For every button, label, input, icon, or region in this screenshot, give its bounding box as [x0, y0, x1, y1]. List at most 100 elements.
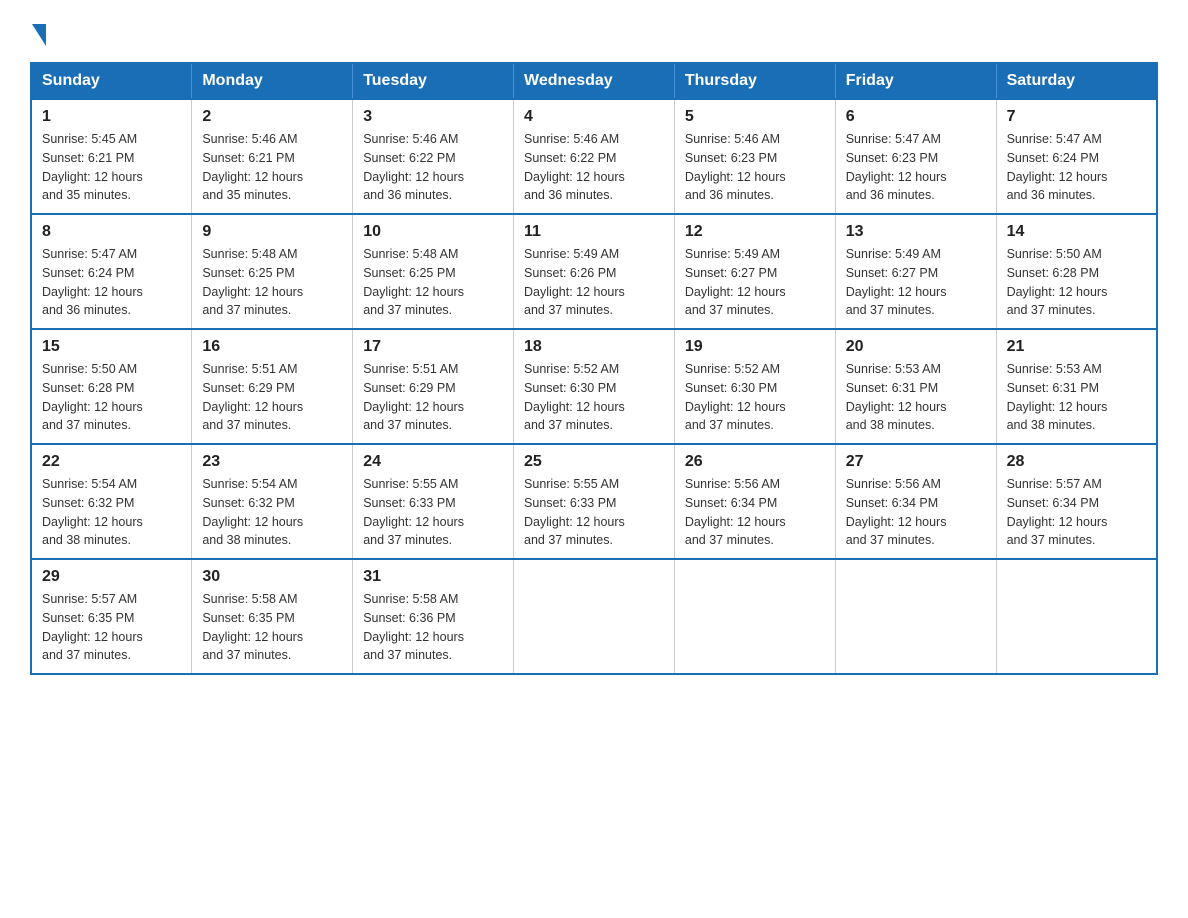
day-number: 5 — [685, 108, 825, 126]
day-of-week-monday: Monday — [192, 63, 353, 99]
day-info: Sunrise: 5:46 AMSunset: 6:21 PMDaylight:… — [202, 130, 342, 205]
calendar-cell: 5 Sunrise: 5:46 AMSunset: 6:23 PMDayligh… — [674, 99, 835, 214]
calendar-cell: 4 Sunrise: 5:46 AMSunset: 6:22 PMDayligh… — [514, 99, 675, 214]
calendar-cell: 25 Sunrise: 5:55 AMSunset: 6:33 PMDaylig… — [514, 444, 675, 559]
calendar-cell — [514, 559, 675, 674]
calendar-cell: 21 Sunrise: 5:53 AMSunset: 6:31 PMDaylig… — [996, 329, 1157, 444]
day-number: 1 — [42, 108, 181, 126]
day-number: 13 — [846, 223, 986, 241]
logo — [30, 20, 46, 42]
calendar-cell — [996, 559, 1157, 674]
day-info: Sunrise: 5:49 AMSunset: 6:26 PMDaylight:… — [524, 245, 664, 320]
day-info: Sunrise: 5:49 AMSunset: 6:27 PMDaylight:… — [685, 245, 825, 320]
calendar-cell: 3 Sunrise: 5:46 AMSunset: 6:22 PMDayligh… — [353, 99, 514, 214]
calendar-table: SundayMondayTuesdayWednesdayThursdayFrid… — [30, 62, 1158, 675]
page-header — [30, 20, 1158, 42]
day-info: Sunrise: 5:51 AMSunset: 6:29 PMDaylight:… — [363, 360, 503, 435]
day-number: 9 — [202, 223, 342, 241]
calendar-cell: 30 Sunrise: 5:58 AMSunset: 6:35 PMDaylig… — [192, 559, 353, 674]
calendar-cell: 12 Sunrise: 5:49 AMSunset: 6:27 PMDaylig… — [674, 214, 835, 329]
day-number: 16 — [202, 338, 342, 356]
calendar-cell: 9 Sunrise: 5:48 AMSunset: 6:25 PMDayligh… — [192, 214, 353, 329]
day-number: 24 — [363, 453, 503, 471]
day-number: 31 — [363, 568, 503, 586]
week-row-1: 1 Sunrise: 5:45 AMSunset: 6:21 PMDayligh… — [31, 99, 1157, 214]
day-info: Sunrise: 5:58 AMSunset: 6:36 PMDaylight:… — [363, 590, 503, 665]
calendar-cell: 6 Sunrise: 5:47 AMSunset: 6:23 PMDayligh… — [835, 99, 996, 214]
day-number: 17 — [363, 338, 503, 356]
day-info: Sunrise: 5:57 AMSunset: 6:35 PMDaylight:… — [42, 590, 181, 665]
calendar-cell: 20 Sunrise: 5:53 AMSunset: 6:31 PMDaylig… — [835, 329, 996, 444]
day-number: 14 — [1007, 223, 1146, 241]
day-number: 12 — [685, 223, 825, 241]
logo-triangle-icon — [32, 24, 46, 46]
day-info: Sunrise: 5:49 AMSunset: 6:27 PMDaylight:… — [846, 245, 986, 320]
day-info: Sunrise: 5:48 AMSunset: 6:25 PMDaylight:… — [363, 245, 503, 320]
day-info: Sunrise: 5:47 AMSunset: 6:24 PMDaylight:… — [42, 245, 181, 320]
day-number: 8 — [42, 223, 181, 241]
day-number: 23 — [202, 453, 342, 471]
day-info: Sunrise: 5:54 AMSunset: 6:32 PMDaylight:… — [202, 475, 342, 550]
week-row-5: 29 Sunrise: 5:57 AMSunset: 6:35 PMDaylig… — [31, 559, 1157, 674]
calendar-cell: 8 Sunrise: 5:47 AMSunset: 6:24 PMDayligh… — [31, 214, 192, 329]
day-of-week-friday: Friday — [835, 63, 996, 99]
calendar-cell: 31 Sunrise: 5:58 AMSunset: 6:36 PMDaylig… — [353, 559, 514, 674]
calendar-body: 1 Sunrise: 5:45 AMSunset: 6:21 PMDayligh… — [31, 99, 1157, 674]
calendar-cell: 11 Sunrise: 5:49 AMSunset: 6:26 PMDaylig… — [514, 214, 675, 329]
calendar-header: SundayMondayTuesdayWednesdayThursdayFrid… — [31, 63, 1157, 99]
calendar-cell: 1 Sunrise: 5:45 AMSunset: 6:21 PMDayligh… — [31, 99, 192, 214]
day-number: 22 — [42, 453, 181, 471]
day-info: Sunrise: 5:47 AMSunset: 6:24 PMDaylight:… — [1007, 130, 1146, 205]
day-number: 3 — [363, 108, 503, 126]
day-of-week-sunday: Sunday — [31, 63, 192, 99]
calendar-cell: 19 Sunrise: 5:52 AMSunset: 6:30 PMDaylig… — [674, 329, 835, 444]
day-number: 30 — [202, 568, 342, 586]
day-number: 7 — [1007, 108, 1146, 126]
day-info: Sunrise: 5:55 AMSunset: 6:33 PMDaylight:… — [524, 475, 664, 550]
day-info: Sunrise: 5:52 AMSunset: 6:30 PMDaylight:… — [524, 360, 664, 435]
day-number: 15 — [42, 338, 181, 356]
calendar-cell: 26 Sunrise: 5:56 AMSunset: 6:34 PMDaylig… — [674, 444, 835, 559]
day-number: 4 — [524, 108, 664, 126]
week-row-2: 8 Sunrise: 5:47 AMSunset: 6:24 PMDayligh… — [31, 214, 1157, 329]
day-info: Sunrise: 5:58 AMSunset: 6:35 PMDaylight:… — [202, 590, 342, 665]
day-info: Sunrise: 5:48 AMSunset: 6:25 PMDaylight:… — [202, 245, 342, 320]
calendar-cell: 22 Sunrise: 5:54 AMSunset: 6:32 PMDaylig… — [31, 444, 192, 559]
day-of-week-wednesday: Wednesday — [514, 63, 675, 99]
day-number: 27 — [846, 453, 986, 471]
day-number: 26 — [685, 453, 825, 471]
day-info: Sunrise: 5:46 AMSunset: 6:23 PMDaylight:… — [685, 130, 825, 205]
calendar-cell: 15 Sunrise: 5:50 AMSunset: 6:28 PMDaylig… — [31, 329, 192, 444]
week-row-3: 15 Sunrise: 5:50 AMSunset: 6:28 PMDaylig… — [31, 329, 1157, 444]
calendar-cell: 18 Sunrise: 5:52 AMSunset: 6:30 PMDaylig… — [514, 329, 675, 444]
calendar-cell: 23 Sunrise: 5:54 AMSunset: 6:32 PMDaylig… — [192, 444, 353, 559]
day-number: 18 — [524, 338, 664, 356]
day-number: 28 — [1007, 453, 1146, 471]
day-number: 11 — [524, 223, 664, 241]
calendar-cell: 16 Sunrise: 5:51 AMSunset: 6:29 PMDaylig… — [192, 329, 353, 444]
day-info: Sunrise: 5:50 AMSunset: 6:28 PMDaylight:… — [1007, 245, 1146, 320]
calendar-cell — [835, 559, 996, 674]
day-number: 10 — [363, 223, 503, 241]
calendar-cell — [674, 559, 835, 674]
day-number: 29 — [42, 568, 181, 586]
calendar-cell: 27 Sunrise: 5:56 AMSunset: 6:34 PMDaylig… — [835, 444, 996, 559]
day-info: Sunrise: 5:54 AMSunset: 6:32 PMDaylight:… — [42, 475, 181, 550]
day-number: 21 — [1007, 338, 1146, 356]
day-info: Sunrise: 5:56 AMSunset: 6:34 PMDaylight:… — [846, 475, 986, 550]
calendar-cell: 17 Sunrise: 5:51 AMSunset: 6:29 PMDaylig… — [353, 329, 514, 444]
day-info: Sunrise: 5:53 AMSunset: 6:31 PMDaylight:… — [846, 360, 986, 435]
week-row-4: 22 Sunrise: 5:54 AMSunset: 6:32 PMDaylig… — [31, 444, 1157, 559]
day-of-week-thursday: Thursday — [674, 63, 835, 99]
day-info: Sunrise: 5:46 AMSunset: 6:22 PMDaylight:… — [363, 130, 503, 205]
day-info: Sunrise: 5:56 AMSunset: 6:34 PMDaylight:… — [685, 475, 825, 550]
day-number: 20 — [846, 338, 986, 356]
calendar-cell: 10 Sunrise: 5:48 AMSunset: 6:25 PMDaylig… — [353, 214, 514, 329]
day-number: 6 — [846, 108, 986, 126]
calendar-cell: 13 Sunrise: 5:49 AMSunset: 6:27 PMDaylig… — [835, 214, 996, 329]
days-of-week-row: SundayMondayTuesdayWednesdayThursdayFrid… — [31, 63, 1157, 99]
day-number: 25 — [524, 453, 664, 471]
calendar-cell: 2 Sunrise: 5:46 AMSunset: 6:21 PMDayligh… — [192, 99, 353, 214]
calendar-cell: 28 Sunrise: 5:57 AMSunset: 6:34 PMDaylig… — [996, 444, 1157, 559]
day-info: Sunrise: 5:57 AMSunset: 6:34 PMDaylight:… — [1007, 475, 1146, 550]
